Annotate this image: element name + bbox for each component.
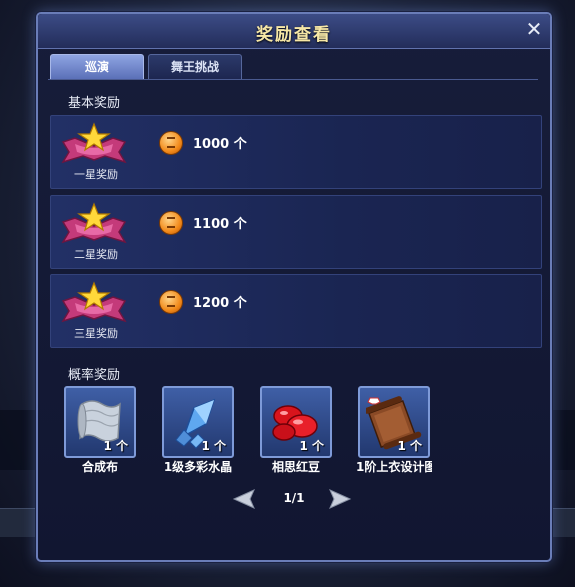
coin-icon — [159, 211, 183, 235]
dialog-title: 奖励查看 — [256, 25, 332, 45]
item-slot[interactable]: 1 个 — [260, 386, 332, 458]
coin-icon — [159, 131, 183, 155]
reward-amount: 1100 个 — [193, 217, 247, 232]
chance-rewards-label: 概率奖励 — [68, 368, 121, 383]
tab-divider — [48, 79, 538, 80]
item-count: 1 个 — [299, 439, 324, 453]
item-slot[interactable]: 1 个 — [64, 386, 136, 458]
reward-row-three-star: 三星奖励 1200 个 — [50, 274, 542, 348]
reward-row-one-star: 一星奖励 1000 个 — [50, 115, 542, 189]
star-reward-label: 一星奖励 — [74, 168, 118, 181]
reward-row-two-star: 二星奖励 1100 个 — [50, 195, 542, 269]
item-name: 1阶上衣设计图 — [356, 460, 432, 474]
page-indicator: 1/1 — [283, 491, 305, 505]
item-count: 1 个 — [397, 439, 422, 453]
item-count: 1 个 — [201, 439, 226, 453]
star-reward-label: 三星奖励 — [74, 327, 118, 340]
close-icon[interactable]: ✕ — [523, 18, 545, 40]
star-crown-icon — [61, 122, 127, 164]
reward-amount: 1200 个 — [193, 296, 247, 311]
tab-tour[interactable]: 巡演 — [50, 54, 144, 80]
reward-dialog: 奖励查看 ✕ 巡演 舞王挑战 基本奖励 一星奖励 1000 个 二星奖励 110… — [36, 12, 552, 562]
item-count: 1 个 — [103, 439, 128, 453]
item-slot[interactable]: 1 个 — [162, 386, 234, 458]
next-page-arrow-icon[interactable] — [326, 488, 352, 510]
star-crown-icon — [61, 281, 127, 323]
basic-rewards-label: 基本奖励 — [68, 96, 121, 111]
pagination: 1/1 — [38, 486, 550, 512]
item-name: 合成布 — [81, 460, 118, 474]
item-name: 1级多彩水晶 — [163, 460, 233, 474]
reward-amount: 1000 个 — [193, 137, 247, 152]
item-slot[interactable]: 1 个 — [358, 386, 430, 458]
star-crown-icon — [61, 202, 127, 244]
coin-icon — [159, 290, 183, 314]
tab-dance-king-challenge[interactable]: 舞王挑战 — [148, 54, 242, 80]
title-bar: 奖励查看 ✕ — [38, 14, 550, 49]
item-name: 相思红豆 — [271, 460, 320, 474]
star-reward-label: 二星奖励 — [74, 248, 118, 261]
